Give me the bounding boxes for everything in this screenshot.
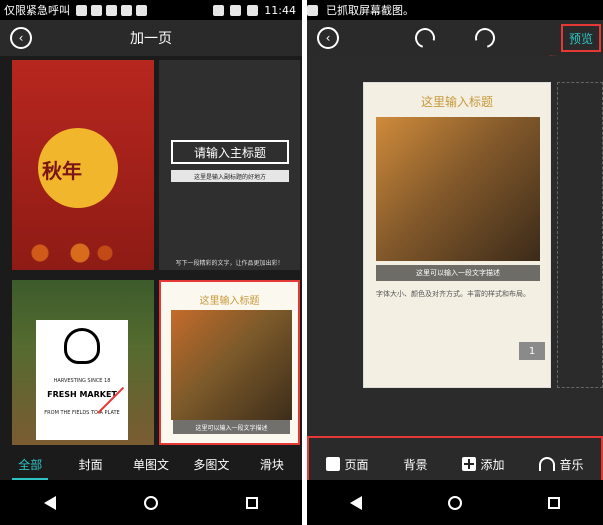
home-circle-icon: [143, 495, 158, 510]
subtitle-text: 这里是输入副标题的好地方: [171, 170, 289, 182]
background-tool-label: 背景: [403, 457, 428, 472]
poster-title: 秋年: [42, 159, 82, 183]
recents-square-icon: [547, 496, 560, 509]
screenshot-icon: [307, 4, 318, 16]
page-caption: 这里可以输入一段文字描述: [376, 265, 540, 281]
add-tool-label: 添加: [480, 457, 505, 472]
undo-icon[interactable]: [411, 24, 439, 52]
fields-line: FROM THE FIELDS TO A PLATE: [44, 410, 120, 416]
harvest-line: HARVESTING SINCE 18: [53, 378, 111, 384]
nav-home-button[interactable]: [445, 493, 465, 513]
street-photo: [171, 310, 292, 420]
editor-screen: 已抓取屏幕截图。 ‹ 预览 这里输入标题 这里可以输入一段文字描述 字体大小、颜…: [307, 0, 603, 525]
wifi-icon: [230, 4, 242, 16]
nav-recents-button[interactable]: [544, 493, 564, 513]
template-title-card[interactable]: 请输入主标题 这里是输入副标题的好地方 写下一段精彩的文字，让作品更加出彩！: [159, 60, 300, 270]
tab-slider[interactable]: 滑块: [242, 456, 302, 473]
page-tool-label: 页面: [344, 457, 369, 472]
weibo-icon: [106, 4, 117, 16]
mute-icon: [213, 4, 225, 16]
preview-button[interactable]: 预览: [561, 24, 601, 52]
add-tool[interactable]: 添加: [462, 456, 505, 473]
notification-text: 已抓取屏幕截图。: [326, 4, 414, 17]
header-bar: ‹ 加一页: [0, 20, 302, 56]
tab-cover[interactable]: 封面: [60, 456, 120, 473]
home-circle-icon: [447, 495, 462, 510]
page-body-text: 字体大小、颜色及对齐方式。丰富的样式和布局。: [376, 290, 530, 298]
status-bar: 已抓取屏幕截图。: [307, 0, 603, 20]
template-photo-caption: 这里可以输入一段文字描述: [173, 420, 290, 434]
music-tool-label: 音乐: [559, 457, 584, 472]
chef-hat-icon: [64, 328, 100, 364]
nav-back-button[interactable]: [346, 493, 366, 513]
message-icon: [91, 4, 102, 16]
back-button[interactable]: ‹: [317, 27, 339, 49]
emergency-only-text: 仅限紧急呼叫: [4, 4, 70, 17]
status-right-icons: 11:44: [213, 4, 302, 17]
back-triangle-icon: [44, 495, 57, 510]
battery-icon: [247, 4, 259, 16]
tab-single-image-text[interactable]: 单图文: [121, 456, 181, 473]
page-title-text: 这里输入标题: [420, 95, 493, 109]
chevron-left-icon: ‹: [325, 31, 331, 45]
next-page-placeholder[interactable]: [557, 82, 603, 388]
status-bar: 仅限紧急呼叫 11:44: [0, 0, 302, 20]
headphones-icon: [539, 457, 556, 471]
dots-icon: [136, 4, 147, 16]
editor-header: ‹ 预览: [307, 20, 603, 84]
redo-icon[interactable]: [471, 24, 499, 52]
market-logo-card: HARVESTING SINCE 18 FRESH MARKET FROM TH…: [36, 320, 128, 440]
add-page-screen: 仅限紧急呼叫 11:44 ‹ 加一页 秋年 请输入主标题 这里是输入副标题的好地…: [0, 0, 302, 525]
main-title-text: 请输入主标题: [171, 140, 289, 164]
background-tool[interactable]: 背景: [321, 456, 428, 512]
persimmon-graphic: [20, 242, 120, 264]
page-icon: [326, 457, 341, 471]
status-icons: [76, 4, 147, 16]
music-tool[interactable]: 音乐: [539, 456, 584, 473]
plus-icon: [462, 457, 477, 471]
template-grid: 秋年 请输入主标题 这里是输入副标题的好地方 写下一段精彩的文字，让作品更加出彩…: [12, 60, 300, 445]
page-photo: [376, 117, 540, 261]
android-nav-bar: [307, 480, 603, 525]
template-tabs: 全部 封面 单图文 多图文 滑块: [0, 448, 302, 480]
back-triangle-icon: [350, 495, 363, 510]
clock: 11:44: [264, 3, 296, 17]
editor-canvas: 这里输入标题 这里可以输入一段文字描述 字体大小、颜色及对齐方式。丰富的样式和布…: [307, 56, 603, 436]
nav-home-button[interactable]: [141, 493, 161, 513]
tab-all[interactable]: 全部: [0, 456, 60, 473]
nav-back-button[interactable]: [40, 493, 60, 513]
page-number-badge: 1: [519, 342, 545, 360]
recents-square-icon: [245, 496, 258, 509]
screenshot-composite: 仅限紧急呼叫 11:44 ‹ 加一页 秋年 请输入主标题 这里是输入副标题的好地…: [0, 0, 603, 525]
tab-multi-image-text[interactable]: 多图文: [181, 456, 241, 473]
footer-text: 写下一段精彩的文字，让作品更加出彩！: [175, 260, 284, 267]
template-photo-story[interactable]: 这里输入标题 这里可以输入一段文字描述: [159, 280, 300, 445]
template-red-poster[interactable]: 秋年: [12, 60, 154, 270]
mail-icon: [76, 4, 87, 16]
template-photo-title: 这里输入标题: [199, 296, 260, 307]
nav-recents-button[interactable]: [242, 493, 262, 513]
weather-icon: [121, 4, 132, 16]
page-tool[interactable]: 页面: [326, 456, 369, 473]
android-nav-bar: [0, 480, 302, 525]
template-market-card[interactable]: HARVESTING SINCE 18 FRESH MARKET FROM TH…: [12, 280, 154, 445]
page-title: 加一页: [130, 31, 172, 47]
